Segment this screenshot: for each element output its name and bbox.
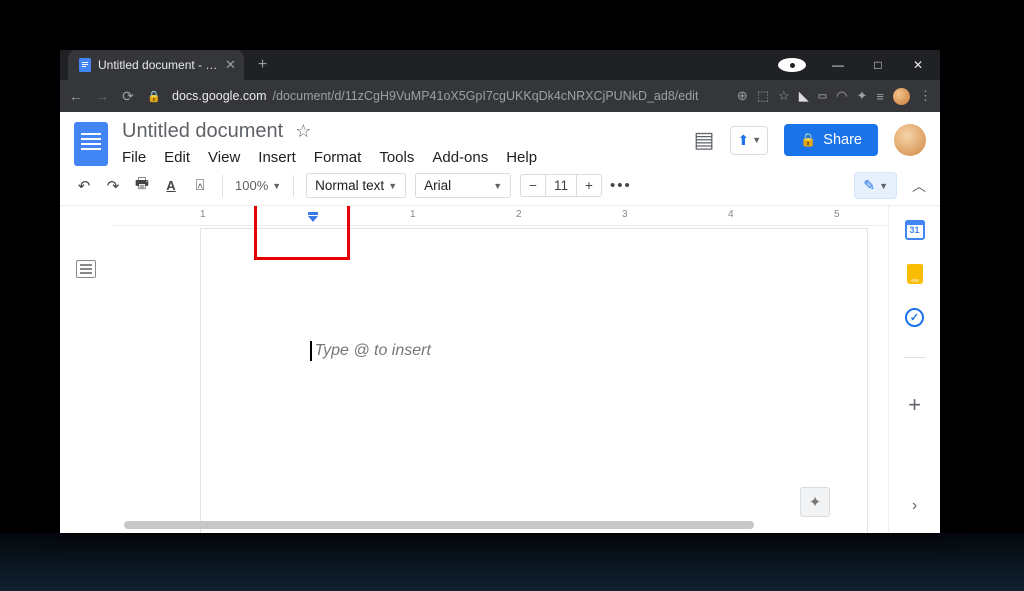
url-host: docs.google.com [172,89,267,103]
font-size-stepper[interactable]: − 11 + [520,174,602,197]
ruler-mark-left: 1 [200,209,206,220]
menu-tools[interactable]: Tools [379,149,414,166]
menu-view[interactable]: View [208,149,240,166]
header-right: ▤ ⬆ ▼ 🔒 Share [694,120,926,156]
zoom-dropdown[interactable]: 100%▼ [235,178,281,193]
present-dropdown-icon: ▼ [752,135,761,145]
menu-help[interactable]: Help [506,149,537,166]
paragraph-style-dropdown[interactable]: Normal text▼ [306,173,406,198]
maximize-button[interactable]: □ [864,58,892,72]
url-field[interactable]: docs.google.com/document/d/11zCgH9VuMP41… [172,89,727,103]
ruler-mark-3: 3 [622,209,628,220]
account-avatar[interactable] [894,124,926,156]
comment-history-icon[interactable]: ▤ [694,127,715,153]
left-ribbon [60,206,112,533]
address-bar-icons: ⊕ ⬚ ☆ ◣ ▭ ◠ ✦ ≡ ⋮ [737,88,932,105]
spellcheck-button[interactable]: A [161,176,181,196]
chrome-menu-icon[interactable]: ⋮ [919,88,932,104]
font-family-dropdown[interactable]: Arial▼ [415,173,511,198]
text-insertion-point[interactable]: Type @ to insert [310,341,431,361]
print-button[interactable]: 🖶 [132,176,152,196]
ruler-mark-1: 1 [410,209,416,220]
calendar-icon[interactable]: 31 [905,220,925,240]
forward-button[interactable]: → [94,88,110,104]
record-icon[interactable] [778,58,806,72]
share-label: Share [823,132,862,148]
new-tab-button[interactable]: + [258,56,267,74]
paint-format-button[interactable]: ⍓ [190,176,210,196]
ruler-mark-5: 5 [834,209,840,220]
editing-mode-button[interactable]: ✎ ▼ [854,172,897,199]
hide-side-panel-button[interactable]: › [912,497,917,515]
more-tools-button[interactable]: ••• [611,176,631,196]
ruler-mark-2: 2 [516,209,522,220]
profile-avatar-icon[interactable] [893,88,910,105]
star-button[interactable]: ☆ [295,121,311,142]
reload-button[interactable]: ⟳ [120,88,136,105]
mode-dropdown-icon: ▼ [879,181,888,191]
side-panel: 31 ✓ + › [888,206,940,533]
explore-button[interactable]: ✦ [800,487,830,517]
ext-icon-2[interactable]: ◠ [836,88,847,104]
get-addons-button[interactable]: + [908,392,921,418]
menu-edit[interactable]: Edit [164,149,190,166]
docs-body: 1 1 2 3 4 5 Type @ to insert [60,206,940,533]
undo-button[interactable]: ↶ [74,176,94,196]
menu-format[interactable]: Format [314,149,362,166]
keep-icon[interactable] [907,264,923,284]
tasks-icon[interactable]: ✓ [905,308,924,327]
caret [310,341,312,361]
side-panel-divider [904,357,926,358]
ruler-mark-4: 4 [728,209,734,220]
toolbar: ↶ ↷ 🖶 A ⍓ 100%▼ Normal text▼ Arial▼ − 11… [60,166,940,206]
lock-icon: 🔒 [800,132,816,148]
menu-addons[interactable]: Add-ons [432,149,488,166]
extensions-icon[interactable]: ✦ [857,88,868,104]
docs-header: Untitled document ☆ File Edit View Inser… [60,112,940,166]
editor-area: 1 1 2 3 4 5 Type @ to insert [112,206,888,533]
ext-icon-1[interactable]: ▭ [818,91,827,102]
title-and-menu: Untitled document ☆ File Edit View Inser… [122,120,537,166]
address-bar: ← → ⟳ 🔒 docs.google.com/document/d/11zCg… [60,80,940,112]
browser-tab[interactable]: Untitled document - Google Docs ✕ [68,50,244,80]
present-up-icon: ⬆ [737,132,749,149]
font-size-value[interactable]: 11 [545,175,577,196]
back-button[interactable]: ← [68,88,84,104]
smart-insert-placeholder: Type @ to insert [315,342,431,360]
tag-icon[interactable]: ◣ [799,88,809,104]
reading-list-icon[interactable]: ≡ [876,89,884,104]
tab-close-icon[interactable]: ✕ [225,57,236,73]
share-button[interactable]: 🔒 Share [784,124,878,156]
window-controls: ― □ ✕ [778,58,940,72]
docs-app: Untitled document ☆ File Edit View Inser… [60,112,940,533]
present-button[interactable]: ⬆ ▼ [730,126,768,155]
decrease-font-button[interactable]: − [521,175,545,196]
tab-title: Untitled document - Google Docs [98,58,218,72]
pencil-icon: ✎ [863,177,875,194]
increase-font-button[interactable]: + [577,175,601,196]
document-outline-icon[interactable] [76,260,96,278]
document-title[interactable]: Untitled document [122,120,283,143]
ruler[interactable]: 1 1 2 3 4 5 [112,206,888,226]
menu-insert[interactable]: Insert [258,149,296,166]
titlebar: Untitled document - Google Docs ✕ + ― □ … [60,50,940,80]
collapse-toolbar-button[interactable]: ︿ [912,176,926,196]
horizontal-scrollbar[interactable] [112,520,888,530]
background-water [0,533,1024,591]
annotation-highlight-box [254,206,350,260]
redo-button[interactable]: ↷ [103,176,123,196]
extension-icon[interactable]: ⬚ [757,88,769,104]
docs-favicon-icon [78,59,91,72]
chrome-window: Untitled document - Google Docs ✕ + ― □ … [60,50,940,533]
close-window-button[interactable]: ✕ [904,58,932,72]
minimize-button[interactable]: ― [824,58,852,72]
menu-bar: File Edit View Insert Format Tools Add-o… [122,143,537,166]
lock-icon: 🔒 [146,90,162,103]
docs-logo-icon[interactable] [74,122,108,166]
menu-file[interactable]: File [122,149,146,166]
bookmark-star-icon[interactable]: ☆ [778,88,790,104]
url-path: /document/d/11zCgH9VuMP41oX5GpI7cgUKKqDk… [273,89,699,103]
zoom-icon[interactable]: ⊕ [737,88,748,104]
document-page[interactable] [200,228,868,533]
